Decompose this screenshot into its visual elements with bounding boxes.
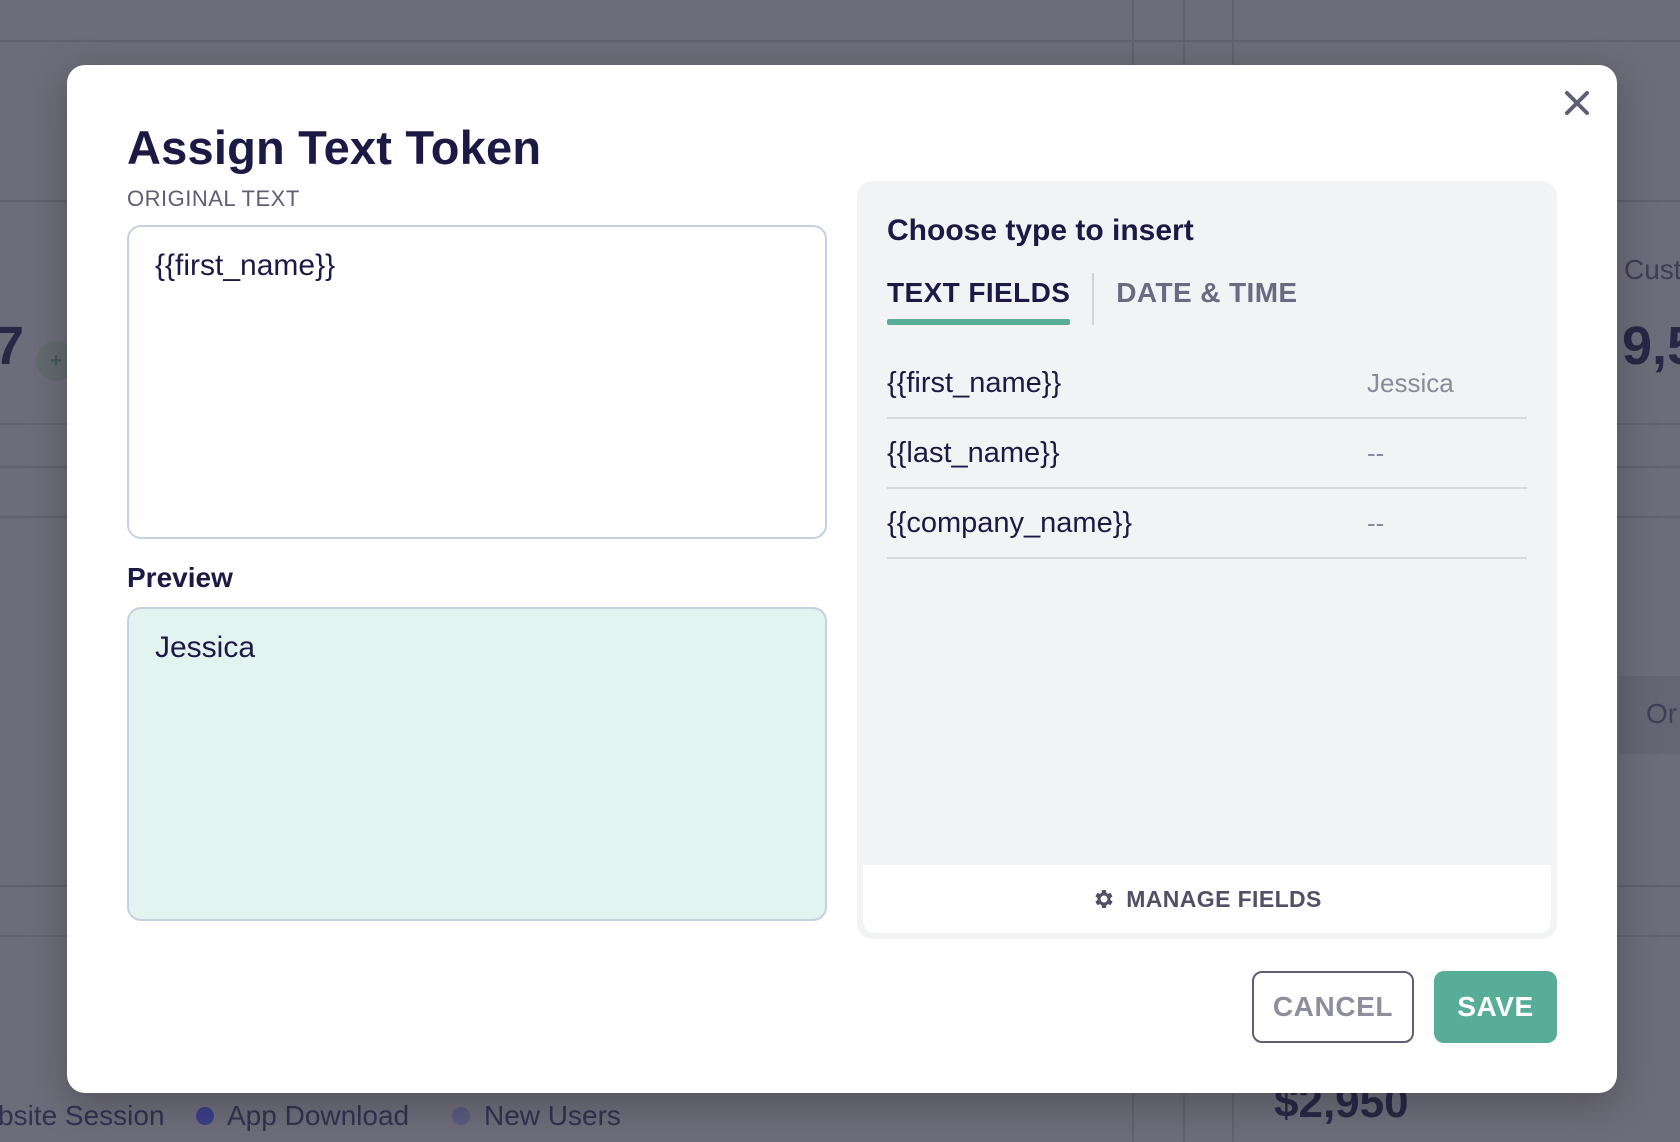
panel-title: Choose type to insert: [887, 214, 1194, 247]
legend-dot: [196, 1107, 214, 1125]
field-value: Jessica: [1367, 367, 1454, 398]
bg-big-value-left: 7: [0, 316, 25, 376]
bg-label-customers: Cust: [1624, 254, 1680, 285]
bg-label-orders: Or: [1646, 698, 1678, 729]
preview-label: Preview: [127, 562, 233, 593]
field-token: {{last_name}}: [887, 436, 1060, 469]
field-token: {{first_name}}: [887, 366, 1062, 399]
field-value: --: [1367, 507, 1385, 538]
insert-type-panel: Choose type to insert TEXT FIELDS DATE &…: [857, 181, 1557, 939]
save-button[interactable]: SAVE: [1434, 971, 1557, 1043]
bg-divider: [0, 40, 1680, 42]
legend-item-app-download: App Download: [227, 1100, 410, 1131]
field-row-company-name[interactable]: {{company_name}} --: [887, 489, 1527, 559]
field-token: {{company_name}}: [887, 506, 1133, 539]
field-list: {{first_name}} Jessica {{last_name}} -- …: [887, 349, 1527, 559]
gear-icon: [1095, 890, 1113, 908]
modal-title: Assign Text Token: [127, 121, 542, 174]
legend-dot: [452, 1107, 470, 1125]
tab-date-time[interactable]: DATE & TIME: [1116, 273, 1297, 325]
close-icon: [1565, 91, 1589, 115]
cancel-button[interactable]: CANCEL: [1252, 971, 1414, 1043]
manage-fields-button[interactable]: MANAGE FIELDS: [863, 865, 1551, 933]
tab-divider: [1092, 273, 1095, 325]
tab-text-fields[interactable]: TEXT FIELDS: [887, 273, 1071, 325]
close-button[interactable]: [1557, 83, 1597, 123]
original-text-value: {{first_name}}: [155, 249, 336, 282]
assign-text-token-modal: Assign Text Token ORIGINAL TEXT {{first_…: [67, 65, 1617, 1093]
preview-text: Jessica: [155, 631, 256, 664]
bg-big-value: 9,5: [1622, 316, 1680, 376]
legend-item-website-session: bsite Session: [0, 1100, 165, 1131]
field-row-first-name[interactable]: {{first_name}} Jessica: [887, 349, 1527, 419]
original-text-label: ORIGINAL TEXT: [127, 186, 300, 211]
original-text-input[interactable]: {{first_name}}: [127, 225, 827, 539]
preview-box: Jessica: [127, 607, 827, 921]
tab-bar: TEXT FIELDS DATE & TIME: [887, 273, 1298, 329]
legend-item-new-users: New Users: [484, 1100, 621, 1131]
field-row-last-name[interactable]: {{last_name}} --: [887, 419, 1527, 489]
field-value: --: [1367, 437, 1385, 468]
manage-fields-label: MANAGE FIELDS: [1126, 885, 1322, 912]
